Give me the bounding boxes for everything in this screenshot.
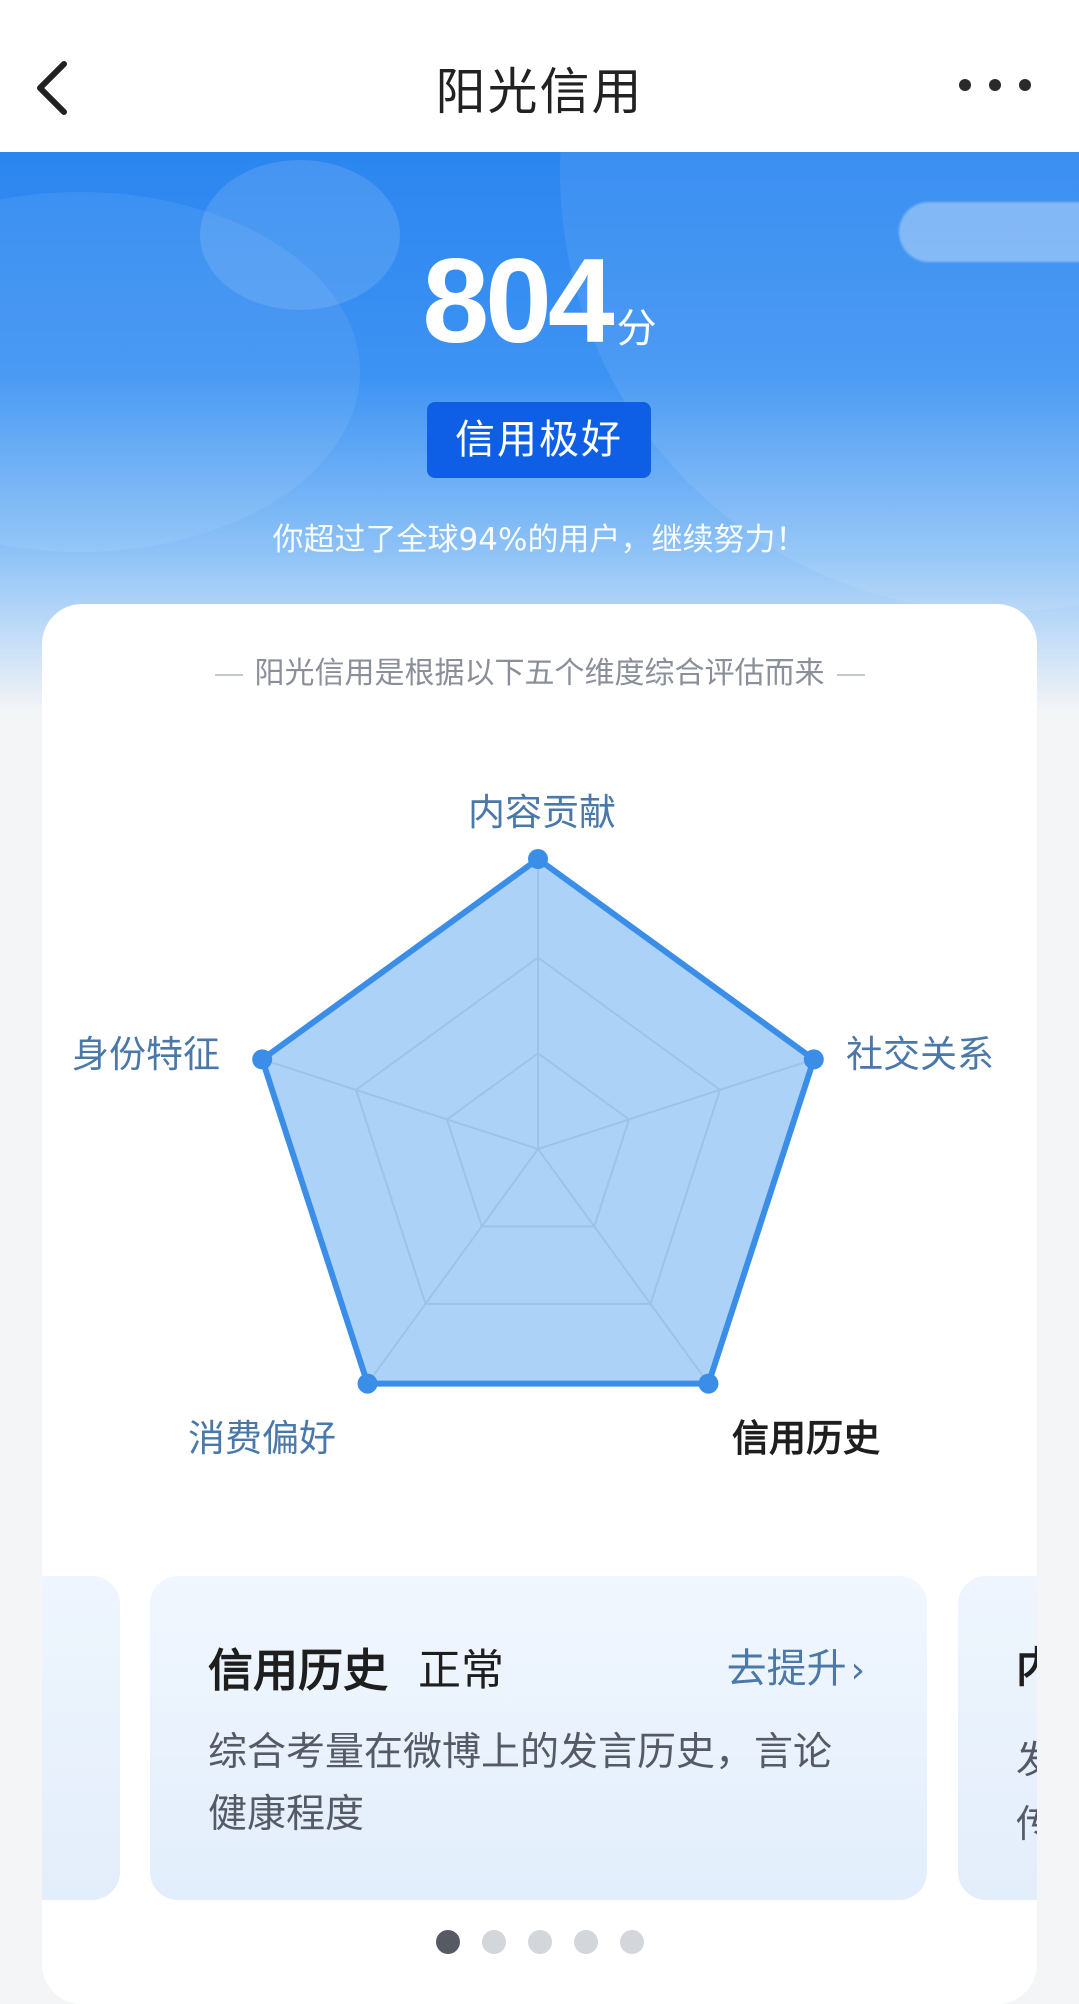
chevron-right-icon: › xyxy=(850,1650,865,1691)
next-dimension-card[interactable]: 内 发 传 xyxy=(958,1576,1037,1900)
rank-text: 你超过了全球94%的用户，继续努力！ xyxy=(272,522,807,558)
dimension-title: 信用历史 xyxy=(208,1644,389,1697)
dimension-status: 正常 xyxy=(418,1646,504,1696)
improve-link[interactable]: 去提升 › xyxy=(727,1636,865,1694)
more-dot xyxy=(1019,79,1031,91)
dimensions-card: 阳光信用是根据以下五个维度综合评估而来 内容贡献 社交关系 信用历史 消费偏好 … xyxy=(42,604,1037,2004)
pager-dot[interactable] xyxy=(573,1930,598,1954)
more-horizontal-icon xyxy=(959,79,971,91)
dimension-carousel[interactable]: 信用历史 正常 去提升› 综合考量在微博上的发言历史，言论健康程度 内 发 传 xyxy=(42,1570,1037,1910)
pager-dot[interactable] xyxy=(435,1930,460,1954)
top-navigation-bar: 阳光信用 xyxy=(0,0,1079,152)
next-card-description: 发 传 xyxy=(1016,1738,1037,1846)
dimension-description: 综合考量在微博上的发言历史，言论健康程度 xyxy=(208,1730,833,1837)
dimension-detail-card[interactable]: 信用历史 正常 去提升 › 综合考量在微博上的发言历史，言论健康程度 xyxy=(150,1576,927,1900)
radar-point xyxy=(803,1049,824,1070)
more-button[interactable] xyxy=(959,70,1031,100)
radar-point xyxy=(252,1049,273,1070)
score-value: 804 xyxy=(422,234,614,368)
radar-label-consumption[interactable]: 消费偏好 xyxy=(188,1408,336,1462)
radar-label-content[interactable]: 内容贡献 xyxy=(468,782,616,836)
radar-point xyxy=(698,1373,719,1394)
radar-label-identity[interactable]: 身份特征 xyxy=(72,1024,220,1078)
radar-point xyxy=(357,1373,378,1394)
pager-dot[interactable] xyxy=(481,1930,506,1954)
credit-score: 804 分 xyxy=(0,232,1079,370)
credit-level-badge: 信用极好 xyxy=(427,402,651,478)
radar-label-social[interactable]: 社交关系 xyxy=(846,1024,994,1078)
radar-label-credit-history[interactable]: 信用历史 xyxy=(732,1408,880,1462)
radar-chart: 内容贡献 社交关系 信用历史 消费偏好 身份特征 xyxy=(42,604,1037,1504)
more-dot xyxy=(989,79,1001,91)
score-unit: 分 xyxy=(616,306,657,352)
radar-point xyxy=(528,849,548,869)
pager-dot[interactable] xyxy=(619,1930,644,1954)
carousel-pager xyxy=(42,1930,1037,1954)
improve-link-label: 去提升 xyxy=(726,1646,847,1692)
page-title: 阳光信用 xyxy=(435,63,644,121)
next-card-title: 内 xyxy=(1016,1634,1037,1695)
previous-dimension-card[interactable] xyxy=(42,1576,120,1900)
pager-dot[interactable] xyxy=(527,1930,552,1954)
